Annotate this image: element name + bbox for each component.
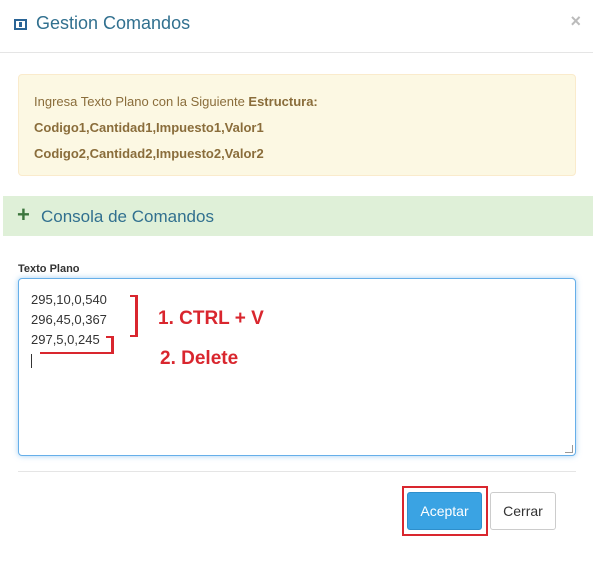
text-caret (31, 353, 32, 368)
resize-grip-icon[interactable] (565, 445, 573, 453)
structure-alert: Ingresa Texto Plano con la Siguiente Est… (18, 74, 576, 176)
modal-title: Gestion Comandos (36, 13, 191, 33)
texto-plano-label: Texto Plano (18, 263, 80, 275)
modal-header: Gestion Comandos × (0, 0, 593, 53)
aceptar-button[interactable]: Aceptar (407, 492, 482, 530)
alert-structure-line-2: Codigo2,Cantidad2,Impuesto2,Valor2 (34, 146, 264, 161)
alert-intro-line: Ingresa Texto Plano con la Siguiente Est… (34, 93, 560, 111)
plus-icon: + (17, 202, 30, 227)
texto-plano-textarea[interactable]: 295,10,0,540 296,45,0,367 297,5,0,245 (18, 278, 576, 456)
alert-intro-text: Ingresa Texto Plano con la Siguiente (34, 94, 249, 109)
footer-divider (18, 471, 576, 472)
annotation-bracket-paste (130, 295, 138, 337)
alert-structure-line-1: Codigo1,Cantidad1,Impuesto1,Valor1 (34, 120, 264, 135)
cerrar-button[interactable]: Cerrar (490, 492, 556, 530)
window-icon (14, 19, 27, 30)
close-icon[interactable]: × (570, 11, 581, 32)
annotation-bracket-delete (40, 336, 114, 354)
annotation-step-2: 2. Delete (160, 348, 239, 369)
console-panel-heading: + Consola de Comandos (3, 196, 593, 236)
annotation-step-1: 1. CTRL + V (158, 308, 264, 329)
console-title: Consola de Comandos (41, 207, 214, 226)
textarea-line-2: 296,45,0,367 (31, 312, 107, 327)
alert-intro-bold: Estructura: (248, 94, 318, 109)
textarea-line-1: 295,10,0,540 (31, 292, 107, 307)
